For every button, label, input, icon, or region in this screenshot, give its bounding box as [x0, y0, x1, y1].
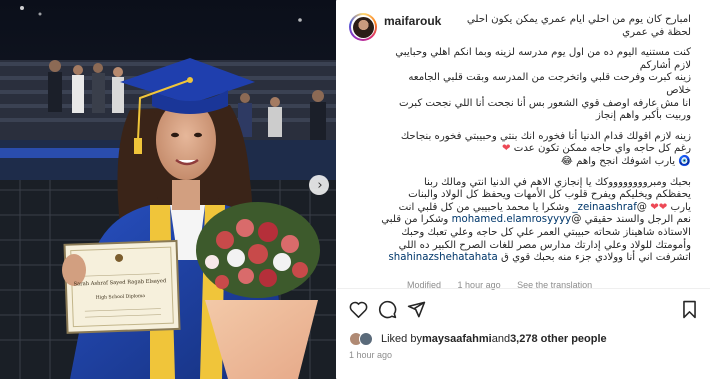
caption-line: الاستاذه شاهيناز شحاته حبيبتي العمر علي … — [401, 226, 691, 238]
post-photo[interactable]: Sarah Ashraf Sayed Ragab Elsayed High Sc… — [0, 0, 336, 379]
caption-line: 🧿 يارب اشوفك انجح واهم 😂 — [560, 155, 691, 167]
heart-emoji: ❤ — [501, 143, 511, 155]
caption-line: لحظة في عمري — [622, 26, 691, 38]
divider — [337, 288, 710, 289]
caption-line: يحفظكم ويخليكم ويفرح قلوب كل الأمهات ويح… — [408, 189, 691, 201]
save-button[interactable] — [678, 298, 700, 320]
liked-by-prefix: Liked by — [381, 333, 422, 345]
caption-line: نعم الرجل والسند حقيقي @mohamed.elamrosy… — [381, 214, 691, 226]
caption-line: ❤ ❤ — [343, 265, 691, 266]
caption: امبارح كان يوم من احلي ايام عمري يمكن يك… — [337, 14, 695, 266]
mention-link[interactable]: mohamed.elamrosyyyy — [452, 214, 572, 225]
liker-avatars — [349, 332, 375, 346]
caption-line: بحبك ومبرووووووووكك يا إنجازي الاهم في ا… — [423, 176, 691, 188]
caption-line: امبارح كان يوم من احلي ايام عمري يمكن يك… — [466, 14, 691, 25]
post-time: 1 hour ago — [349, 350, 393, 360]
caption-line: وربيت بأكبر واهم إنجاز — [595, 110, 691, 122]
other-likers-link[interactable]: 3,278 other people — [510, 333, 607, 345]
liker-avatar — [359, 332, 373, 346]
caption-line: زينه لازم اقولك قدام الدنيا أنا فخوره ان… — [400, 130, 691, 142]
comment-button[interactable] — [376, 298, 398, 320]
evil-eye-emoji: 🧿 — [678, 155, 691, 167]
heart-icon — [349, 301, 367, 318]
caption-line: انا مش عارفه اوصف قوي الشعور بس أنا نجحت… — [399, 97, 691, 109]
caption-line: زينه كبرت وفرحت قلبي واتخرجت من المدرسه … — [408, 72, 691, 84]
comment-icon — [378, 300, 396, 318]
likes-summary: Liked by maysaafahmi and 3,278 other peo… — [349, 331, 607, 347]
caption-line: لازم أشاركم — [639, 59, 691, 71]
action-bar — [337, 292, 710, 324]
carousel-next-button[interactable]: › — [309, 175, 329, 195]
laughing-emoji: 😂 — [560, 155, 573, 167]
caption-line: يارب ❤❤ @zeinaashraf_ وشكرا يا محمد ياحب… — [398, 201, 691, 213]
liker-username-link[interactable]: maysaafahmi — [422, 333, 492, 345]
share-icon — [407, 301, 425, 317]
caption-line: اتشرفت اني أنا وولادي جزء منه بحبك قوي ق… — [388, 252, 691, 264]
share-button[interactable] — [405, 298, 427, 320]
chevron-right-icon: › — [317, 177, 323, 193]
caption-line: كنت مستنيه اليوم ده من اول يوم مدرسه لزي… — [395, 47, 691, 59]
bookmark-icon — [682, 300, 696, 318]
caption-line: رغم كل حاجه واي حاجه ممكن تكون عدت ❤ — [501, 143, 691, 155]
like-button[interactable] — [347, 298, 369, 320]
mention-link[interactable]: zeinaashraf_ — [573, 202, 637, 213]
caption-line: خلاص — [666, 84, 691, 96]
mention-link[interactable]: shahinazshehatahata — [388, 252, 497, 263]
caption-line: وأمومتك للولاد وعلي إدارتك مدارس مصر للغ… — [398, 239, 691, 251]
post-details-panel: maifarouk امبارح كان يوم من احلي ايام عم… — [337, 0, 710, 379]
liked-by-and: and — [491, 333, 511, 345]
